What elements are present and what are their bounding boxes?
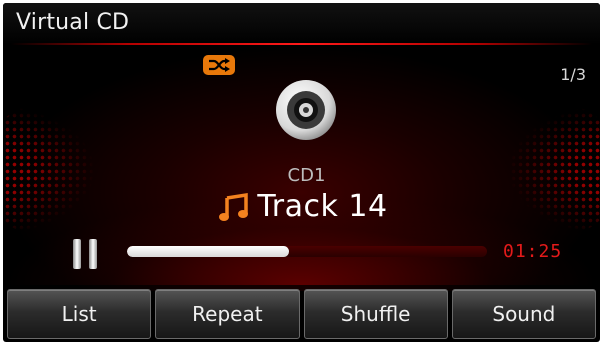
repeat-button[interactable]: Repeat xyxy=(155,289,300,339)
progress-fill xyxy=(127,246,289,257)
shuffle-button[interactable]: Shuffle xyxy=(303,289,448,339)
track-name: Track 14 xyxy=(257,189,388,224)
disc-icon xyxy=(276,80,336,140)
bottom-button-bar: List Repeat Shuffle Sound xyxy=(7,289,596,339)
pause-icon[interactable] xyxy=(73,239,97,269)
title-bar: Virtual CD xyxy=(3,3,600,45)
disc-label: CD1 xyxy=(287,165,326,186)
list-button[interactable]: List xyxy=(7,289,152,339)
pause-bar-left xyxy=(73,239,81,269)
page-indicator: 1/3 xyxy=(560,65,586,84)
player-screen: Virtual CD 1/3 CD1 Track 14 01:25 List R… xyxy=(3,3,600,342)
shuffle-status-badge xyxy=(203,55,235,75)
shuffle-icon xyxy=(209,58,230,72)
progress-bar[interactable] xyxy=(127,246,487,257)
elapsed-time: 01:25 xyxy=(503,241,563,262)
music-note-icon xyxy=(219,192,249,221)
sound-button[interactable]: Sound xyxy=(451,289,596,339)
track-title-row: Track 14 xyxy=(3,189,600,224)
pause-bar-right xyxy=(89,239,97,269)
page-title: Virtual CD xyxy=(16,10,130,35)
